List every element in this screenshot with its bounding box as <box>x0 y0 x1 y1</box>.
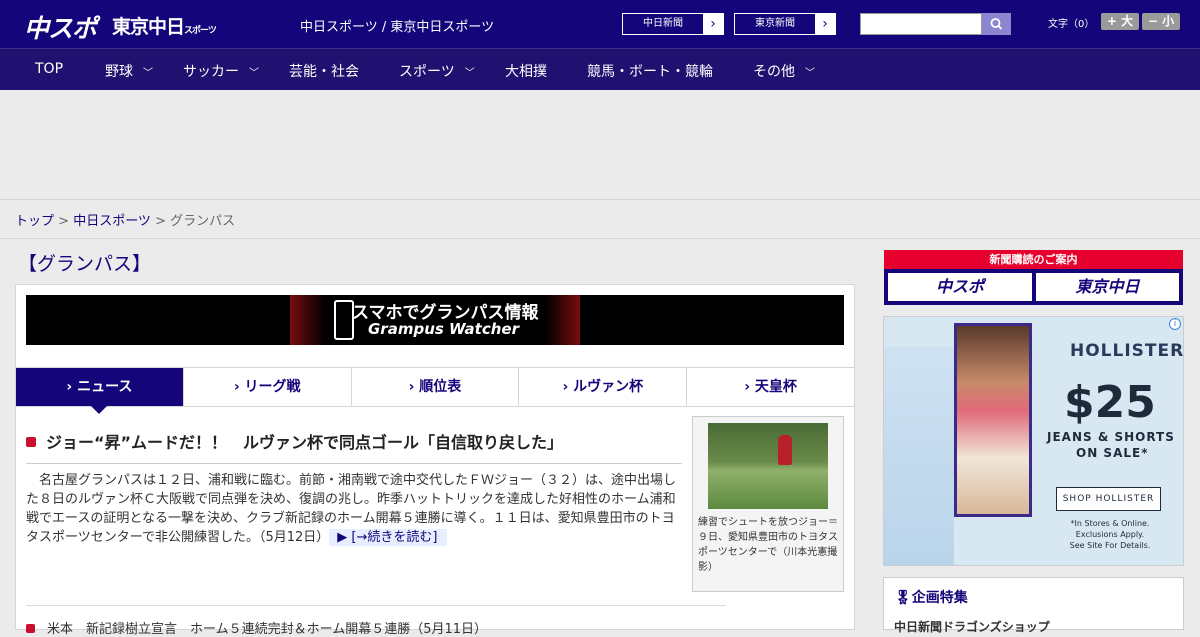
smartphone-icon <box>334 300 354 340</box>
nav-racing[interactable]: 競馬・ボート・競輪 <box>587 61 713 81</box>
breadcrumb-sep: > <box>150 214 171 229</box>
article-title-text: ジョー“昇”ムードだ！！ ルヴァン杯で同点ゴール「自信取り戻した」 <box>46 433 564 452</box>
nav-sports-label: スポーツ <box>399 64 455 80</box>
chunichi-shimbun-link[interactable]: 中日新聞 › <box>622 13 724 35</box>
article-body: 名古屋グランパスは１２日、浦和戦に臨む。前節・湘南戦で途中交代したＦＷジョー（３… <box>26 471 676 547</box>
article-photo-box: 練習でシュートを放つジョー＝９日、愛知県豊田市のトヨタスポーツセンターで（川本光… <box>692 416 844 592</box>
page-title: 【グランパス】 <box>18 253 152 275</box>
tab-league[interactable]: › リーグ戦 <box>183 368 352 406</box>
tab-emperors-cup[interactable]: › 天皇杯 <box>687 368 854 406</box>
font-smaller-button[interactable]: − 小 <box>1142 13 1180 30</box>
hollister-ad[interactable]: HOLLISTER $25 JEANS & SHORTS ON SALE* SH… <box>883 316 1184 566</box>
nav-baseball[interactable]: 野球 ﹀ <box>105 61 153 81</box>
list-item[interactable]: 米本 新記録樹立宣言 ホーム５連続完封＆ホーム開幕５連勝（5月11日） <box>26 605 726 637</box>
article-photo[interactable] <box>708 423 828 509</box>
nav-baseball-label: 野球 <box>105 64 133 80</box>
section-tabs: › ニュース › リーグ戦 › 順位表 › ルヴァン杯 › 天皇杯 <box>16 367 854 414</box>
chunichi-shimbun-label: 中日新聞 <box>643 18 683 29</box>
banner-line2: Grampus Watcher <box>368 320 519 338</box>
nav-other[interactable]: その他 ﹀ <box>753 61 815 81</box>
font-larger-button[interactable]: + 大 <box>1101 13 1139 30</box>
tab-levain-cup[interactable]: › ルヴァン杯 <box>519 368 688 406</box>
feature-box: 🎖企画特集 中日新聞ドラゴンズショップ <box>883 577 1184 634</box>
feature-heading-text: 企画特集 <box>911 590 968 606</box>
tokyo-shimbun-label: 東京新聞 <box>755 18 795 29</box>
player-figure <box>778 435 792 465</box>
site-header: 中スポ 東京中日スポーツ 中日スポーツ / 東京中日スポーツ 中日新聞 › 東京… <box>0 0 1200 48</box>
nav-top-label: TOP <box>35 61 64 77</box>
chevron-right-icon: › <box>815 14 835 34</box>
nav-sumo[interactable]: 大相撲 <box>505 61 547 81</box>
chevron-right-icon: › <box>703 14 723 34</box>
nav-entertainment-label: 芸能・社会 <box>289 64 359 80</box>
breadcrumb-chunichi-sports[interactable]: 中日スポーツ <box>73 214 151 229</box>
ad-line2: ON SALE* <box>1076 446 1149 460</box>
nav-sports[interactable]: スポーツ ﹀ <box>399 61 475 81</box>
shop-hollister-button[interactable]: SHOP HOLLISTER <box>1056 487 1161 511</box>
subscription-box: 新聞購読のご案内 中スポ 東京中日 <box>884 250 1183 305</box>
nav-soccer[interactable]: サッカー ﹀ <box>183 61 259 81</box>
nav-racing-label: 競馬・ボート・競輪 <box>587 64 713 80</box>
tokyo-chunichi-logo-small: スポーツ <box>184 26 217 36</box>
search-input[interactable] <box>860 13 982 35</box>
ad-brand: HOLLISTER <box>1070 341 1184 361</box>
main-nav: TOP 野球 ﹀ サッカー ﹀ 芸能・社会 スポーツ ﹀ 大相撲 競馬・ボート・競輪 … <box>0 48 1200 90</box>
main-content: スマホでグランパス情報 Grampus Watcher › ニュース › リーグ… <box>15 284 855 637</box>
nav-other-label: その他 <box>753 64 795 80</box>
bullet-icon <box>26 624 35 633</box>
bullet-icon <box>26 436 36 447</box>
article-title[interactable]: ジョー“昇”ムードだ！！ ルヴァン杯で同点ゴール「自信取り戻した」 <box>26 429 682 464</box>
chevron-down-icon: ﹀ <box>249 68 259 79</box>
ad-model-left <box>884 347 954 565</box>
feature-item[interactable]: 中日新聞ドラゴンズショップ <box>894 618 1050 635</box>
photo-caption: 練習でシュートを放つジョー＝９日、愛知県豊田市のトヨタスポーツセンターで（川本光… <box>698 517 838 573</box>
ad-price: $25 <box>1064 377 1156 428</box>
nav-top[interactable]: TOP <box>35 61 63 77</box>
chevron-down-icon: ﹀ <box>464 68 475 79</box>
grampus-watcher-banner[interactable]: スマホでグランパス情報 Grampus Watcher <box>26 295 844 345</box>
ad-info-icon[interactable]: i <box>1169 318 1181 330</box>
site-name: 中日スポーツ / 東京中日スポーツ <box>300 20 495 35</box>
ad-model-photo <box>954 323 1032 517</box>
chevron-down-icon: ﹀ <box>143 68 153 79</box>
article-date: （5月12日） <box>258 530 330 545</box>
tab-standings[interactable]: › 順位表 <box>351 368 520 406</box>
subscribe-tokyo-chunichi-button[interactable]: 東京中日 <box>1036 273 1179 301</box>
breadcrumb: トップ > 中日スポーツ > グランパス <box>0 200 1200 239</box>
search-icon <box>990 18 1003 30</box>
breadcrumb-top[interactable]: トップ <box>15 214 54 229</box>
tokyo-chunichi-logo[interactable]: 東京中日スポーツ <box>112 12 217 39</box>
search-button[interactable] <box>982 13 1011 35</box>
read-more-link[interactable]: ▶ [→続きを読む] <box>329 529 448 546</box>
ad-line1: JEANS & SHORTS <box>1047 430 1175 444</box>
nav-entertainment[interactable]: 芸能・社会 <box>289 61 359 81</box>
tokyo-shimbun-link[interactable]: 東京新聞 › <box>734 13 836 35</box>
feature-heading: 🎖企画特集 <box>894 590 968 606</box>
subscribe-chuspo-button[interactable]: 中スポ <box>888 273 1032 301</box>
nav-sumo-label: 大相撲 <box>505 64 547 80</box>
breadcrumb-current: グランパス <box>170 214 236 229</box>
ad-fine-print: *In Stores & Online. Exclusions Apply. S… <box>1069 519 1151 550</box>
chevron-down-icon: ﹀ <box>805 68 815 79</box>
banner-center: スマホでグランパス情報 Grampus Watcher <box>290 295 580 345</box>
tab-news[interactable]: › ニュース <box>16 368 184 414</box>
subscription-heading: 新聞購読のご案内 <box>884 250 1183 269</box>
top-ad-space <box>0 90 1200 200</box>
chuspo-logo[interactable]: 中スポ <box>24 9 97 45</box>
tokyo-chunichi-logo-text: 東京中日 <box>112 16 185 38</box>
nav-soccer-label: サッカー <box>183 64 239 80</box>
breadcrumb-sep: > <box>54 214 74 229</box>
font-size-label: 文字（0） <box>1048 19 1095 30</box>
